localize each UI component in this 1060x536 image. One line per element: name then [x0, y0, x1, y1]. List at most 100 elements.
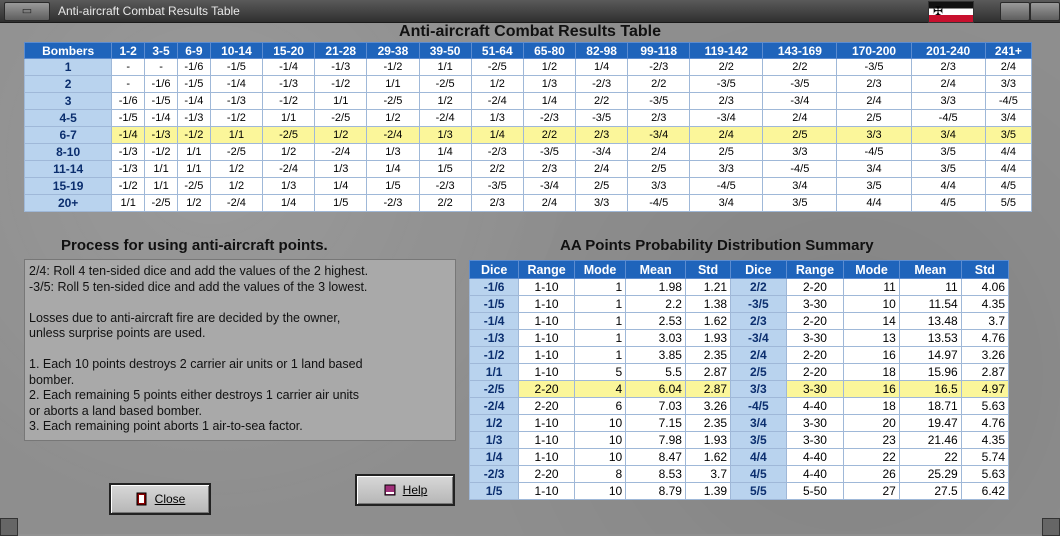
crt-title: Anti-aircraft Combat Results Table [399, 23, 661, 40]
aa-cell: 3-30 [785, 295, 845, 313]
crt-row-header: 8-10 [23, 143, 113, 161]
crt-cell: 1/5 [314, 194, 368, 212]
crt-cell: -1/3 [176, 109, 211, 127]
crt-cell: -1/2 [176, 126, 211, 144]
crt-cell: 2/2 [575, 92, 629, 110]
aa-cell: 18 [843, 397, 900, 415]
crt-cell: 4/4 [984, 143, 1033, 161]
crt-cell: -4/5 [689, 177, 764, 195]
process-line: 1. Each 10 points destroys 2 carrier air… [29, 357, 363, 371]
crt-cell: 2/4 [575, 160, 629, 178]
aa-cell: 13.48 [898, 312, 962, 330]
aa-cell: 3-30 [785, 414, 845, 432]
aa-column-header: Range [518, 260, 575, 279]
crt-cell: 1/3 [522, 75, 577, 93]
aa-cell: 2.35 [684, 346, 732, 364]
close-door-icon [136, 492, 147, 506]
process-line: Losses due to anti-aircraft fire are dec… [29, 310, 341, 325]
crt-cell: 2/3 [689, 92, 764, 110]
aa-cell: 10 [573, 448, 627, 466]
crt-cell: -1/4 [176, 92, 211, 110]
crt-cell: 1/2 [176, 194, 211, 212]
crt-cell: 1/4 [314, 177, 368, 195]
help-book-icon [384, 484, 396, 496]
aa-cell: 27.5 [898, 482, 962, 500]
aa-cell: 23 [843, 431, 900, 449]
crt-cell: 5/5 [984, 194, 1033, 212]
aa-cell: 5.74 [960, 448, 1010, 466]
crt-cell: -1/5 [111, 109, 146, 127]
aa-cell: 22 [843, 448, 900, 466]
aa-cell: 10 [843, 295, 900, 313]
aa-dice-cell: 3/4 [730, 414, 787, 432]
crt-cell: -1/2 [261, 92, 316, 110]
crt-cell: -1/3 [261, 75, 316, 93]
aa-cell: 22 [898, 448, 962, 466]
resize-corner-right[interactable] [1042, 518, 1060, 536]
process-title: Process for using anti-aircraft points. [61, 237, 328, 254]
crt-row: 15-19 -1/2 1/1 -2/5 1/2 1/3 1/4 1/5 -2/3 -3/5 -3/4… [23, 177, 1033, 195]
crt-cell: -1/2 [209, 109, 264, 127]
crt-row-header: 6-7 [23, 126, 113, 144]
aa-cell: 1 [573, 278, 627, 296]
crt-cell: 2/5 [627, 160, 691, 178]
crt-cell: 2/4 [522, 194, 577, 212]
crt-cell: -1/2 [314, 75, 368, 93]
aa-cell: 7.15 [625, 414, 686, 432]
aa-cell: 2-20 [785, 363, 845, 381]
crt-cell: 1/4 [261, 194, 316, 212]
aa-cell: 5.63 [960, 397, 1010, 415]
aa-dice-cell: -1/2 [468, 346, 520, 364]
aa-dice-cell: 1/5 [468, 482, 520, 500]
aa-cell: 4.76 [960, 329, 1010, 347]
crt-row: 2- -1/6 -1/5 -1/4 -1/3 -1/2 1/1 -2/5 1/2 1/3 -2/3 2… [23, 75, 1033, 93]
aa-row: -1/2 1-10 1 3.85 2.35 2/4 2-20 16 14.97 3.26 [468, 346, 1010, 364]
aa-cell: 16 [843, 346, 900, 364]
crt-cell: -2/5 [261, 126, 316, 144]
crt-cell: 2/3 [836, 75, 912, 93]
crt-cell: 3/4 [836, 160, 912, 178]
crt-cell: 2/4 [627, 143, 691, 161]
process-line: unless surprise points are used. [29, 326, 206, 340]
crt-cell: 3/5 [910, 143, 986, 161]
help-button[interactable]: Help [355, 474, 455, 506]
crt-cell: 1/3 [366, 143, 420, 161]
aa-cell: 4.35 [960, 431, 1010, 449]
aa-cell: 10 [573, 431, 627, 449]
crt-cell: 1/1 [314, 92, 368, 110]
aa-column-header: Std [684, 260, 732, 279]
window-close-button[interactable] [1030, 2, 1060, 21]
crt-cell: -1/5 [176, 75, 211, 93]
crt-cell: 1/5 [366, 177, 420, 195]
title-bar: ▭ Anti-aircraft Combat Results Table ✠ [0, 0, 1060, 23]
crt-cell: 2/5 [575, 177, 629, 195]
crt-cell: -2/3 [575, 75, 629, 93]
crt-column-header: 99-118 [627, 42, 691, 59]
aa-cell: 25.29 [898, 465, 962, 483]
crt-column-header: 51-64 [470, 42, 524, 59]
crt-cell: 2/2 [689, 58, 764, 76]
crt-cell: 3/3 [910, 92, 986, 110]
aa-cell: 5-50 [785, 482, 845, 500]
crt-cell: -2/3 [522, 109, 577, 127]
crt-cell: -1/3 [144, 126, 178, 144]
aa-cell: 18.71 [898, 397, 962, 415]
aa-dice-cell: 3/5 [730, 431, 787, 449]
aa-cell: 3.85 [625, 346, 686, 364]
crt-cell: -4/5 [627, 194, 691, 212]
aa-cell: 4.97 [960, 380, 1010, 398]
window-menu-button[interactable]: ▭ [4, 2, 50, 21]
aa-cell: 21.46 [898, 431, 962, 449]
crt-cell: 2/4 [984, 58, 1033, 76]
crt-cell: - [144, 58, 178, 76]
window-restore-button[interactable] [1000, 2, 1030, 21]
close-button[interactable]: Close [109, 483, 211, 515]
crt-cell: -2/4 [261, 160, 316, 178]
aa-cell: 2-20 [785, 346, 845, 364]
aa-cell: 1-10 [518, 295, 575, 313]
crt-cell: 1/2 [418, 92, 472, 110]
aa-cell: 8.47 [625, 448, 686, 466]
aa-cell: 2-20 [518, 397, 575, 415]
aa-cell: 1-10 [518, 448, 575, 466]
crt-cell: 1/1 [366, 75, 420, 93]
